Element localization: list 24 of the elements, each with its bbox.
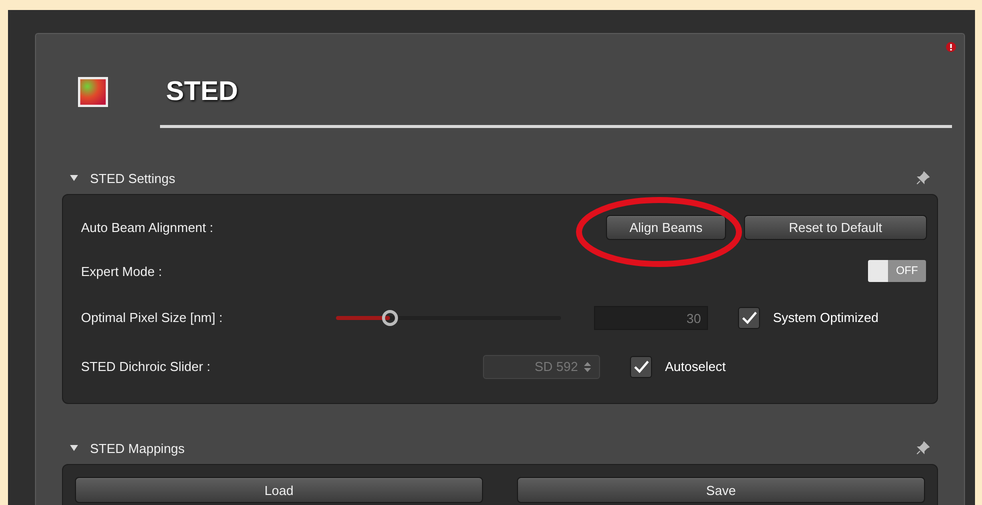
expand-icon[interactable] — [70, 174, 78, 182]
checkbox[interactable] — [630, 356, 652, 378]
field-label: STED Dichroic Slider : — [81, 359, 212, 374]
checkbox-label: System Optimized — [773, 310, 878, 325]
checkbox-label: Autoselect — [665, 359, 726, 374]
spinner-arrows-icon[interactable] — [584, 360, 591, 372]
field-label: Optimal Pixel Size [nm] : — [81, 310, 224, 325]
alert-icon — [946, 42, 956, 52]
pin-icon[interactable] — [916, 441, 930, 455]
align-button[interactable]: Align Beams — [606, 214, 726, 240]
pin-icon[interactable] — [916, 171, 930, 185]
section-title: STED Settings — [90, 170, 176, 186]
field-label: Auto Beam Alignment : — [81, 220, 214, 234]
expand-icon[interactable] — [70, 444, 78, 452]
slider-thumb[interactable] — [382, 310, 398, 326]
field-label: Expert Mode : — [81, 264, 163, 278]
section-title: STED Mappings — [90, 440, 186, 456]
window-title: STED — [166, 76, 238, 107]
reset-button[interactable]: Reset to Default — [744, 214, 927, 240]
app-logo — [78, 76, 108, 106]
save-button[interactable]: Save — [517, 477, 925, 503]
load-button[interactable]: Load — [75, 477, 483, 503]
number-field[interactable]: 30 — [594, 306, 708, 330]
checkbox[interactable] — [738, 306, 760, 328]
